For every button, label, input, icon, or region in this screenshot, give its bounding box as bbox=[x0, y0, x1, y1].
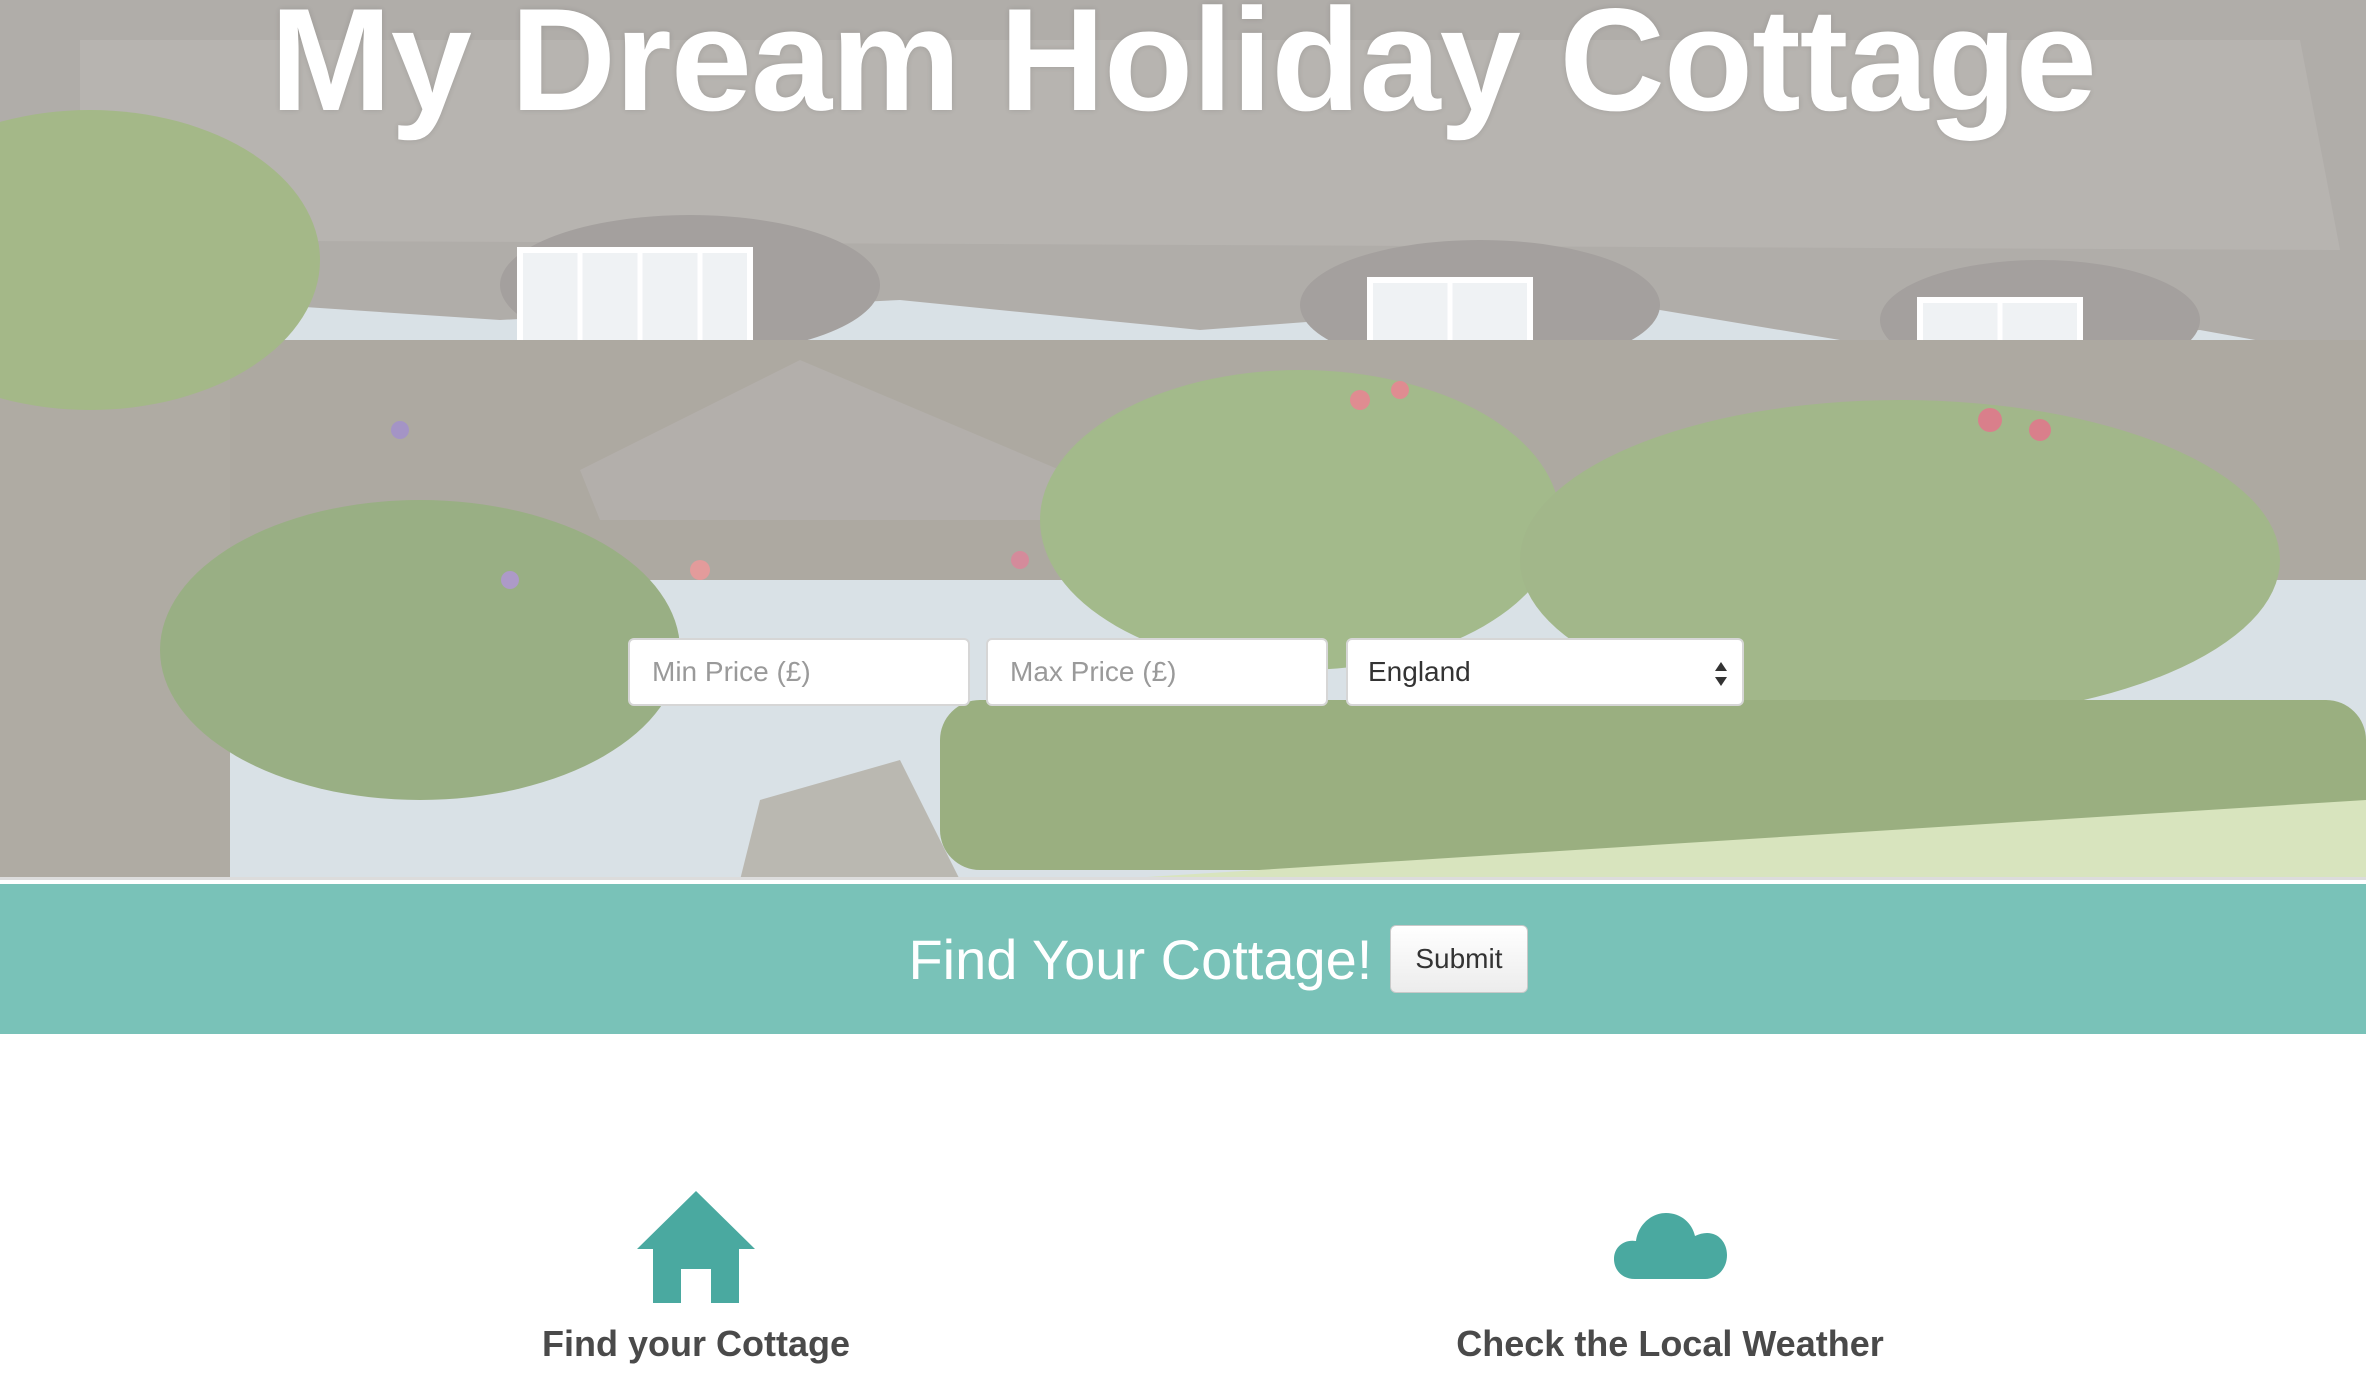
cloud-icon bbox=[1614, 1213, 1727, 1279]
select-arrows-icon bbox=[1715, 662, 1727, 686]
feature-local-weather[interactable]: Check the Local Weather bbox=[1370, 1185, 1970, 1365]
cta-content: Find Your Cottage! Submit bbox=[0, 884, 2366, 1034]
search-filters: England bbox=[628, 638, 1744, 706]
hero-section: My Dream Holiday Cottage England bbox=[0, 0, 2366, 880]
cta-text: Find Your Cottage! bbox=[908, 927, 1373, 991]
min-price-input[interactable] bbox=[628, 638, 970, 706]
page-title: My Dream Holiday Cottage bbox=[270, 0, 2097, 141]
submit-button[interactable]: Submit bbox=[1390, 925, 1528, 993]
max-price-input[interactable] bbox=[986, 638, 1328, 706]
feature-find-cottage-label: Find your Cottage bbox=[542, 1323, 850, 1364]
country-select-value: England bbox=[1368, 656, 1471, 687]
feature-find-cottage[interactable]: Find your Cottage bbox=[396, 1185, 996, 1365]
feature-local-weather-label: Check the Local Weather bbox=[1456, 1323, 1884, 1364]
cta-band: Find Your Cottage! Submit bbox=[0, 884, 2366, 1034]
country-select[interactable]: England bbox=[1346, 638, 1744, 706]
hero-divider bbox=[0, 877, 2366, 880]
house-icon bbox=[637, 1191, 755, 1303]
